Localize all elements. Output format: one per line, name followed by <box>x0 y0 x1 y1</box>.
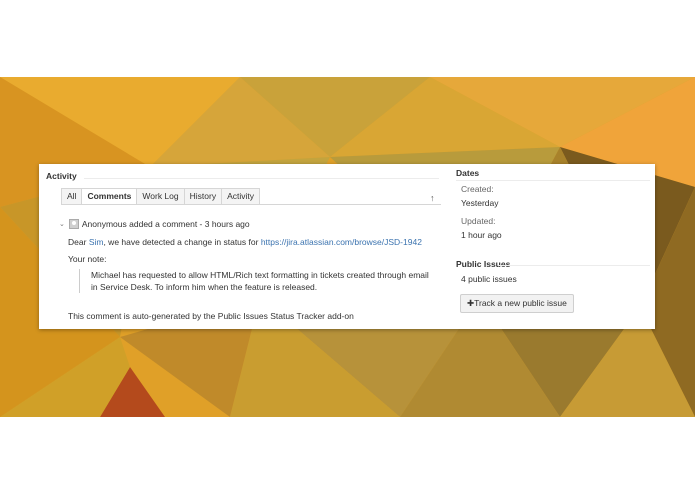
track-public-issue-button[interactable]: ✚Track a new public issue <box>460 294 574 313</box>
tabs-divider <box>61 204 441 205</box>
comment-meta: added a comment - 3 hours ago <box>129 219 250 229</box>
public-issues-heading: Public Issues <box>456 259 511 269</box>
tab-history[interactable]: History <box>183 188 223 205</box>
created-value: Yesterday <box>461 198 499 208</box>
dates-heading: Dates <box>456 168 480 178</box>
chevron-down-icon[interactable]: ⌄ <box>59 220 65 228</box>
created-label: Created: <box>461 184 494 194</box>
comment-author[interactable]: Anonymous <box>82 219 127 229</box>
note-quote: Michael has requested to allow HTML/Rich… <box>79 269 431 293</box>
activity-tabs: All Comments Work Log History Activity <box>61 188 260 205</box>
tab-comments[interactable]: Comments <box>81 188 138 205</box>
public-issues-divider <box>499 265 650 266</box>
tab-all[interactable]: All <box>61 188 83 205</box>
updated-value: 1 hour ago <box>461 230 502 240</box>
tab-activity[interactable]: Activity <box>221 188 260 205</box>
issue-link[interactable]: https://jira.atlassian.com/browse/JSD-19… <box>261 237 422 247</box>
dates-divider <box>456 180 650 181</box>
comment-greeting: Dear Sim, we have detected a change in s… <box>68 237 422 247</box>
track-button-label: Track a new public issue <box>474 298 567 308</box>
avatar <box>68 219 79 229</box>
public-issues-link[interactable]: 4 public issues <box>461 274 517 284</box>
greeting-suffix: , we have detected a change in status fo… <box>103 237 259 247</box>
tab-work-log[interactable]: Work Log <box>136 188 185 205</box>
note-label: Your note: <box>68 254 107 264</box>
user-link[interactable]: Sim <box>89 237 104 247</box>
updated-label: Updated: <box>461 216 496 226</box>
activity-heading: Activity <box>46 171 77 181</box>
arrow-up-icon[interactable]: ↑ <box>430 193 435 203</box>
heading-divider <box>84 178 439 179</box>
greeting-prefix: Dear <box>68 237 87 247</box>
comment-header: ⌄ Anonymous added a comment - 3 hours ag… <box>59 219 250 229</box>
issue-panel: Activity All Comments Work Log History A… <box>39 164 655 329</box>
comment-footer: This comment is auto-generated by the Pu… <box>68 311 354 321</box>
